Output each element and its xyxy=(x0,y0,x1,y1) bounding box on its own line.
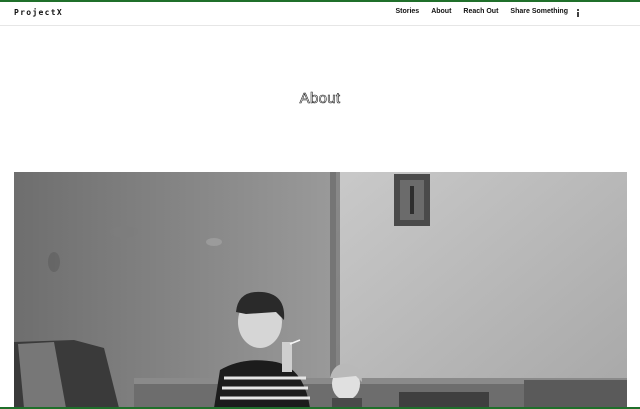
main-nav: Stories About Reach Out Share Something xyxy=(383,8,568,15)
info-icon[interactable] xyxy=(574,8,582,18)
site-header: ProjectX Stories About Reach Out Share S… xyxy=(0,2,640,26)
page-title: About xyxy=(299,90,341,108)
nav-item-share-something[interactable]: Share Something xyxy=(510,8,568,15)
nav-item-about[interactable]: About xyxy=(431,8,451,15)
nav-item-reach-out[interactable]: Reach Out xyxy=(463,8,498,15)
hero-photo xyxy=(14,172,627,408)
site-logo[interactable]: ProjectX xyxy=(14,8,63,17)
nav-item-stories[interactable]: Stories xyxy=(395,8,419,15)
